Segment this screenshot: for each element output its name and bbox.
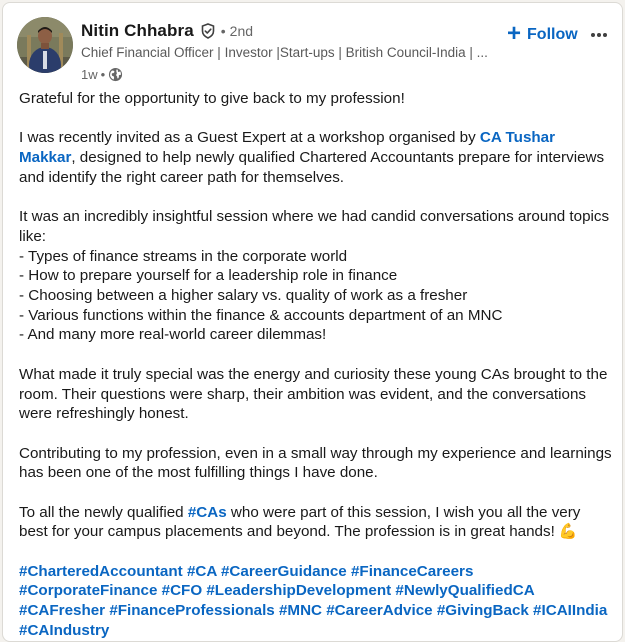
author-headline: Chief Financial Officer | Investor |Star…: [81, 45, 488, 60]
post-paragraph-5: Contributing to my profession, even in a…: [19, 444, 612, 482]
post-body: Grateful for the opportunity to give bac…: [19, 89, 613, 641]
hashtag-link[interactable]: #CAs: [188, 504, 227, 521]
flexed-biceps-emoji: 💪: [558, 523, 578, 541]
topic-item: - Various functions within the finance &…: [19, 306, 503, 324]
paragraph-2-text-end: , designed to help newly qualified Chart…: [19, 149, 605, 186]
avatar-photo: [17, 17, 73, 73]
post-card: Nitin Chhabra • 2nd Chief Financial Offi…: [2, 2, 623, 642]
hashtag-list[interactable]: #CharteredAccountant #CA #CareerGuidance…: [19, 562, 613, 641]
follow-button[interactable]: + Follow: [501, 21, 584, 49]
post-paragraph-3: It was an incredibly insightful session …: [19, 208, 610, 245]
post-paragraph-4: What made it truly special was the energ…: [19, 365, 608, 423]
post-meta: 1w •: [81, 65, 501, 83]
paragraph-6-text-start: To all the newly qualified: [19, 503, 188, 521]
globe-icon: [108, 67, 123, 82]
meta-separator: •: [100, 66, 106, 82]
topic-item: - And many more real-world career dilemm…: [19, 326, 327, 344]
post-paragraph-1: Grateful for the opportunity to give bac…: [19, 90, 405, 107]
post-paragraph-2: I was recently invited as a Guest Expert…: [19, 128, 613, 187]
author-name-row: Nitin Chhabra • 2nd: [81, 19, 501, 43]
author-info: Nitin Chhabra • 2nd Chief Financial Offi…: [81, 19, 501, 83]
degree-separator: •: [220, 23, 226, 39]
author-avatar[interactable]: [17, 17, 73, 73]
verified-shield-icon: [200, 23, 216, 39]
paragraph-2-text-start: I was recently invited as a Guest Expert…: [19, 129, 480, 147]
follow-label: Follow: [527, 26, 578, 43]
post-timestamp[interactable]: 1w: [81, 67, 98, 82]
post-header: Nitin Chhabra • 2nd Chief Financial Offi…: [17, 17, 613, 83]
ellipsis-icon: [591, 33, 607, 37]
post-paragraph-6: To all the newly qualified #CAs who were…: [19, 503, 613, 542]
author-name[interactable]: Nitin Chhabra: [81, 21, 194, 41]
connection-degree: 2nd: [229, 23, 254, 39]
plus-icon: +: [507, 20, 522, 47]
topic-item: - How to prepare yourself for a leadersh…: [19, 267, 398, 285]
topic-item: - Types of finance streams in the corpor…: [19, 247, 348, 265]
more-options-button[interactable]: [585, 23, 613, 47]
topic-item: - Choosing between a higher salary vs. q…: [19, 287, 468, 304]
